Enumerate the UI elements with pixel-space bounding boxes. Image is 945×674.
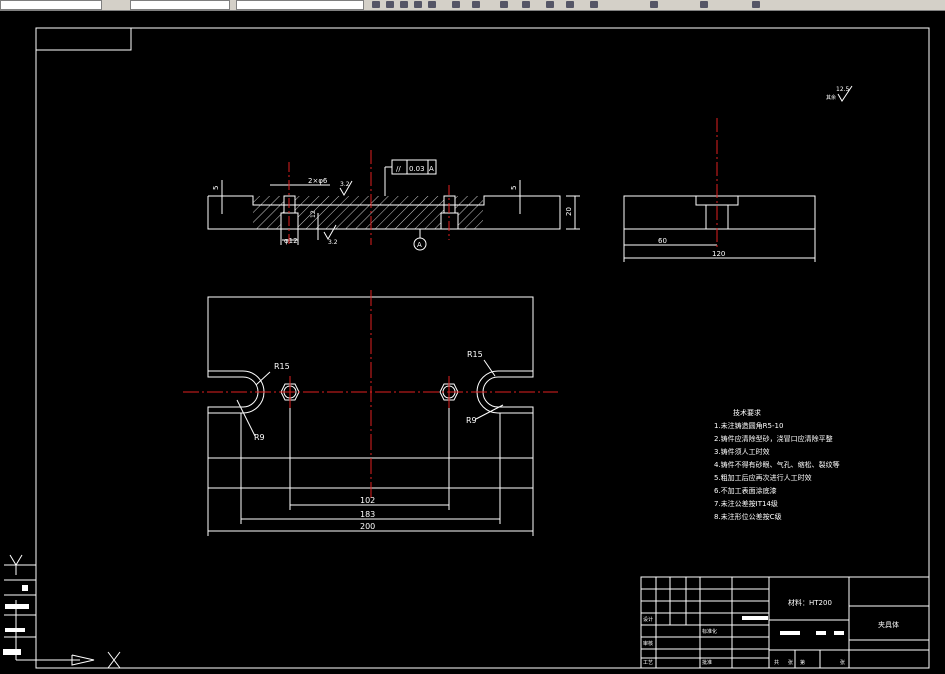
- sheet-frame: [35, 27, 930, 669]
- title-cell-process: 工艺: [643, 660, 653, 666]
- zoom-icon[interactable]: [386, 1, 394, 8]
- redo-icon[interactable]: [700, 1, 708, 8]
- help-icon[interactable]: [590, 1, 598, 8]
- note-5: 5.粗加工后应再次进行人工时效: [714, 473, 812, 482]
- surface-finish-label: 其余: [826, 94, 836, 101]
- pan-icon[interactable]: [372, 1, 380, 8]
- material-label: 材料：HT200: [788, 598, 832, 607]
- design-center-icon[interactable]: [472, 1, 480, 8]
- note-4: 4.铸件不得有砂眼、气孔、缩松、裂纹等: [714, 460, 840, 469]
- end-view: 60 120: [623, 118, 816, 262]
- title-cell-total: 共: [774, 659, 779, 666]
- radius-right: R15: [467, 350, 483, 359]
- ucs-icon: [3, 554, 121, 669]
- note-7: 7.未注公差按IT14级: [714, 499, 778, 508]
- title-cell-page: 第: [800, 659, 805, 666]
- roughness-top: 3.2: [340, 181, 350, 188]
- side-thk-left: 5: [212, 186, 220, 190]
- refresh-icon[interactable]: [522, 1, 530, 8]
- title-cell-standard: 标准化: [702, 628, 717, 635]
- length-dim: 200: [360, 522, 375, 531]
- note-6: 6.不加工表面涂底漆: [714, 486, 777, 495]
- drawing-canvas[interactable]: 5 5 2×φ6 20 φ12 12 // 0.03 A 3.2 3.2 A 6…: [0, 11, 945, 674]
- color-dropdown[interactable]: [130, 0, 230, 10]
- tolerance-value: 0.03: [409, 165, 425, 173]
- side-height-dim: 20: [565, 207, 573, 216]
- side-thk-right: 5: [510, 186, 518, 190]
- zoom-previous-icon[interactable]: [414, 1, 422, 8]
- title-cell-review: 审核: [643, 640, 653, 647]
- end-half-width-dim: 60: [658, 237, 667, 245]
- tool-icon[interactable]: [752, 1, 760, 8]
- zoom-window-icon[interactable]: [400, 1, 408, 8]
- side-groove-dim: 2×φ6: [308, 177, 328, 185]
- part-name: 夹具体: [878, 620, 899, 629]
- title-cell-sheets: 张: [788, 659, 793, 666]
- layer-dropdown[interactable]: [0, 0, 102, 10]
- slot-left: R9: [254, 433, 265, 442]
- cad-toolbar: [0, 0, 945, 11]
- title-cell-sheet: 张: [840, 659, 845, 666]
- hole-spacing-dim: 102: [360, 496, 375, 505]
- title-cell-design: 设计: [643, 616, 653, 623]
- radius-left: R15: [274, 362, 290, 371]
- side-depth-dim: 12: [310, 210, 317, 218]
- tolerance-datum: A: [429, 165, 434, 173]
- surface-finish-symbol: 12.5 其余: [826, 85, 853, 102]
- notes-title: 技术要求: [733, 408, 761, 417]
- side-view: 5 5 2×φ6 20 φ12 12 // 0.03 A 3.2 3.2 A: [207, 150, 580, 251]
- tolerance-symbol: //: [396, 165, 401, 173]
- note-3: 3.铸件须人工时效: [714, 447, 770, 456]
- properties-icon[interactable]: [428, 1, 436, 8]
- plan-view: R15 R15 R9 R9 102 183 200: [183, 290, 558, 536]
- side-bore-dim: φ12: [284, 237, 298, 245]
- title-block: 材料：HT200 夹具体 设计 标准化 审核 工艺 批准 共 张 第 张: [640, 576, 930, 669]
- linetype-dropdown[interactable]: [236, 0, 364, 10]
- note-1: 1.未注铸造圆角R5-10: [714, 421, 783, 430]
- undo-icon[interactable]: [650, 1, 658, 8]
- roughness-bottom: 3.2: [328, 239, 338, 246]
- technical-notes: 技术要求 1.未注铸造圆角R5-10 2.铸件应清除型砂，浇冒口应清除平整 3.…: [714, 408, 840, 521]
- datum-label: A: [417, 241, 422, 249]
- snap-icon[interactable]: [566, 1, 574, 8]
- title-cell-approve: 批准: [702, 659, 712, 666]
- note-8: 8.未注形位公差按C级: [714, 512, 782, 521]
- grid-icon[interactable]: [546, 1, 554, 8]
- surface-finish-value: 12.5: [836, 86, 850, 93]
- note-2: 2.铸件应清除型砂，浇冒口应清除平整: [714, 434, 833, 443]
- arrow-down-icon[interactable]: [500, 1, 508, 8]
- layers-icon[interactable]: [452, 1, 460, 8]
- slot-right: R9: [466, 416, 477, 425]
- end-width-dim: 120: [712, 250, 725, 258]
- slot-spacing-dim: 183: [360, 510, 375, 519]
